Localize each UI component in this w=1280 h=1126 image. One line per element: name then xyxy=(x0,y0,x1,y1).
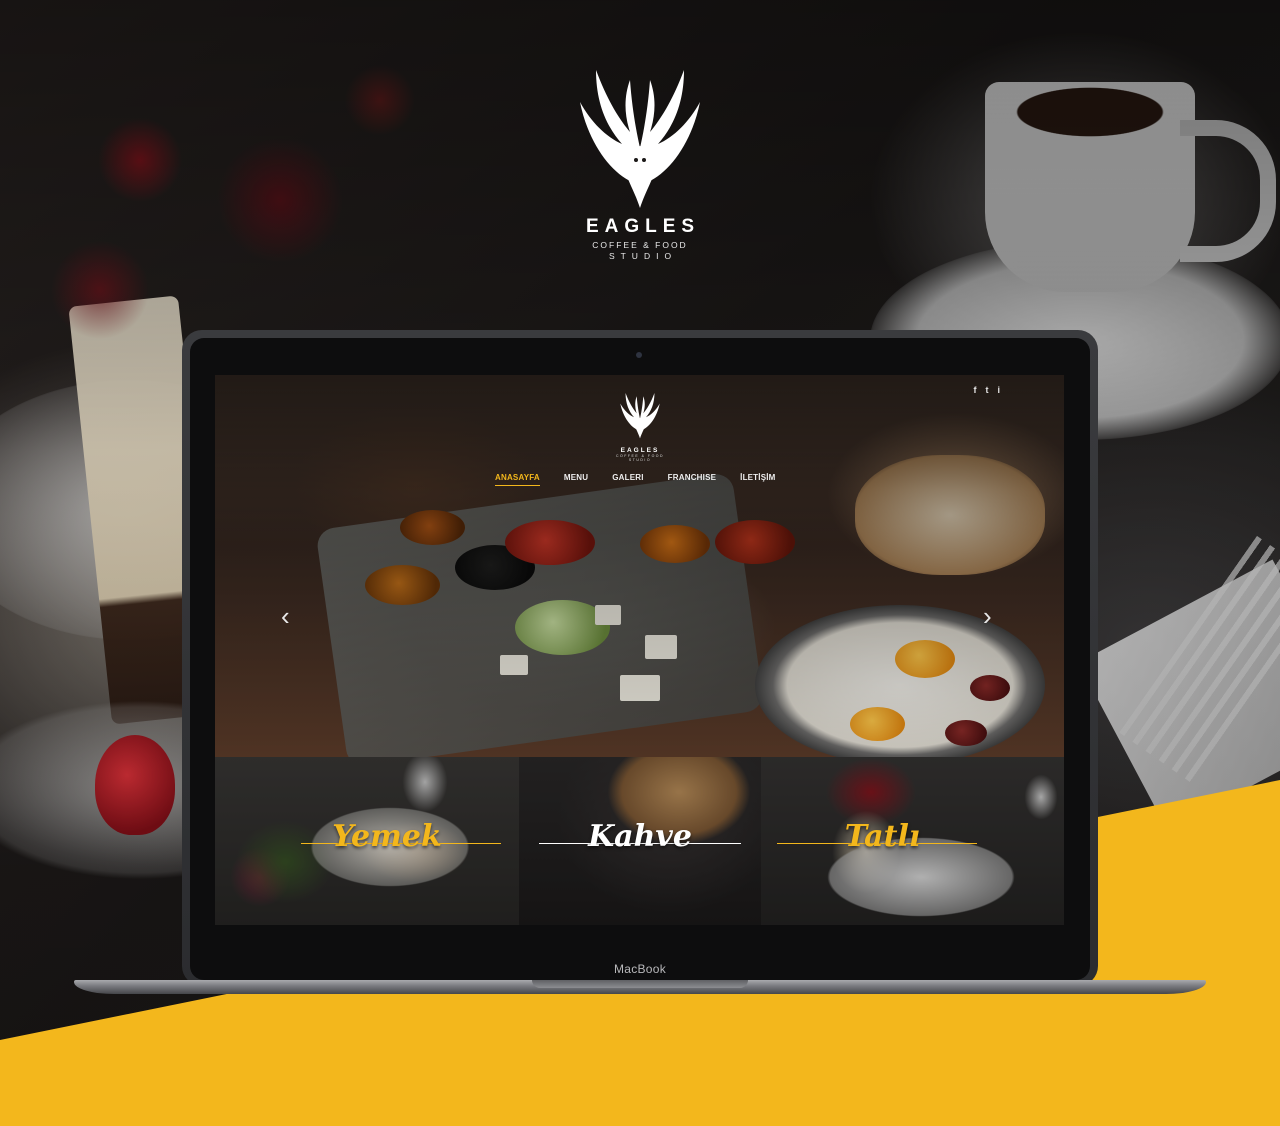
nav-franchise[interactable]: FRANCHISE xyxy=(668,473,716,486)
facebook-icon[interactable]: f xyxy=(973,385,976,395)
nav-iletisim[interactable]: İLETİŞİM xyxy=(740,473,775,486)
eagle-wings-icon xyxy=(620,392,660,439)
tile-tatli[interactable]: Tatlı xyxy=(761,757,1064,925)
tile-label-kahve: Kahve xyxy=(588,819,692,854)
nav-galeri[interactable]: GALERI xyxy=(612,473,643,486)
site-logo-tagline: COFFEE & FOOD STUDIO xyxy=(615,454,665,462)
brand-logo: EAGLES COFFEE & FOOD STUDIO xyxy=(540,62,740,272)
tile-yemek[interactable]: Yemek xyxy=(215,757,519,925)
nav-menu[interactable]: MENU xyxy=(564,473,588,486)
tile-label-tatli: Tatlı xyxy=(844,819,921,854)
twitter-icon[interactable]: t xyxy=(985,385,988,395)
site-logo-name: EAGLES xyxy=(620,447,660,454)
hero-slider[interactable]: f t i EAGLES COFFEE & FOOD STUDIO ANASAY… xyxy=(215,375,1064,757)
tile-kahve[interactable]: Kahve xyxy=(519,757,761,925)
social-links: f t i xyxy=(973,385,1000,395)
nav-anasayfa[interactable]: ANASAYFA xyxy=(495,473,540,486)
brand-subtitle: STUDIO xyxy=(608,251,678,261)
website-screen: f t i EAGLES COFFEE & FOOD STUDIO ANASAY… xyxy=(215,375,1064,925)
eagle-wings-icon xyxy=(580,70,700,208)
slider-prev-icon[interactable]: ‹ xyxy=(281,601,290,631)
brand-tagline: COFFEE & FOOD xyxy=(592,240,688,250)
site-logo[interactable]: EAGLES COFFEE & FOOD STUDIO xyxy=(610,389,670,462)
slider-next-icon[interactable]: › xyxy=(983,601,992,631)
instagram-icon[interactable]: i xyxy=(997,385,1000,395)
brand-name: EAGLES xyxy=(585,216,701,237)
tile-label-yemek: Yemek xyxy=(332,819,442,854)
main-nav: ANASAYFA MENU GALERI FRANCHISE İLETİŞİM xyxy=(495,473,776,486)
